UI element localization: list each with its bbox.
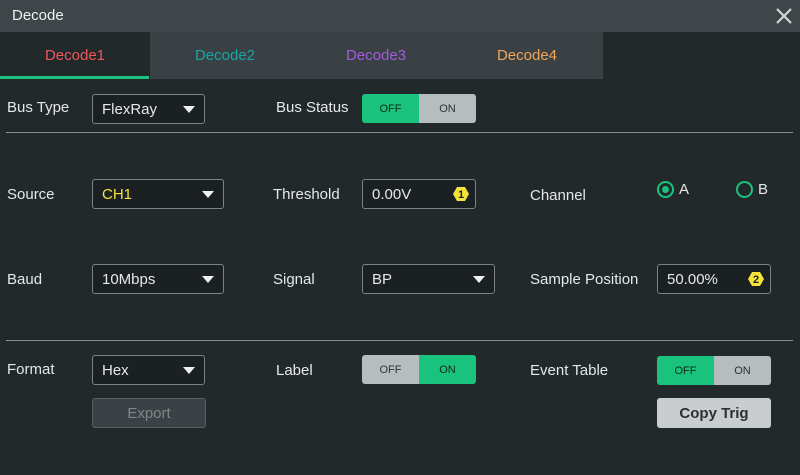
radio-label: A [679,181,690,198]
event-table-label: Event Table [530,362,609,379]
channel-radio-b[interactable]: B [736,181,768,198]
threshold-input[interactable]: 0.00V 1 [362,179,476,209]
bus-type-label: Bus Type [7,99,70,116]
tab-decode2[interactable]: Decode2 [150,32,300,79]
radio-checked-icon [657,181,674,198]
divider [6,340,793,341]
label-toggle-label: Label [276,362,313,379]
toggle-off-option: OFF [362,94,419,123]
format-value: Hex [102,361,129,379]
source-label: Source [7,186,55,203]
baud-value: 10Mbps [102,270,156,288]
tab-decode1[interactable]: Decode1 [0,32,150,79]
tab-label: Decode1 [44,47,106,64]
label-toggle[interactable]: OFF ON [362,355,476,384]
source-value: CH1 [102,185,133,203]
channel-radio-a[interactable]: A [657,181,689,198]
bus-type-select[interactable]: FlexRay [92,94,205,124]
tab-decode4[interactable]: Decode4 [452,32,602,79]
baud-select[interactable]: 10Mbps [92,264,224,294]
signal-label: Signal [273,271,315,288]
export-button[interactable]: Export [92,398,206,428]
knob-2-icon: 2 [748,272,764,286]
signal-select[interactable]: BP [362,264,495,294]
baud-label: Baud [7,271,43,288]
signal-value: BP [372,270,393,288]
decode-tabs: Decode1 Decode2 Decode3 Decode4 [0,32,603,79]
bus-type-value: FlexRay [102,100,158,118]
event-table-toggle[interactable]: OFF ON [657,356,771,385]
chevron-down-icon [183,367,195,374]
title-bar: Decode [0,0,800,32]
toggle-on-option: ON [714,356,771,385]
format-label: Format [7,361,55,378]
toggle-on-option: ON [419,355,476,384]
bus-status-toggle[interactable]: OFF ON [362,94,476,123]
knob-1-icon: 1 [453,187,469,201]
divider [6,132,793,133]
chevron-down-icon [473,276,485,283]
channel-label: Channel [530,187,586,204]
copy-trig-button[interactable]: Copy Trig [657,398,771,428]
tab-decode3[interactable]: Decode3 [301,32,451,79]
radio-label: B [758,181,769,198]
chevron-down-icon [183,106,195,113]
format-select[interactable]: Hex [92,355,205,385]
threshold-value: 0.00V [372,185,412,203]
source-select[interactable]: CH1 [92,179,224,209]
knob-badge-number: 1 [458,189,464,201]
toggle-on-option: ON [419,94,476,123]
threshold-label: Threshold [273,186,340,203]
sample-position-input[interactable]: 50.00% 2 [657,264,771,294]
close-icon[interactable] [772,4,796,28]
tab-label: Decode3 [345,47,407,64]
toggle-off-option: OFF [657,356,714,385]
knob-badge-number: 2 [753,274,759,286]
radio-unchecked-icon [736,181,753,198]
tab-label: Decode2 [194,47,256,64]
bus-status-label: Bus Status [276,99,349,116]
tab-active-indicator [0,76,149,79]
sample-position-label: Sample Position [530,271,639,288]
chevron-down-icon [202,191,214,198]
window-title: Decode [12,7,64,24]
toggle-off-option: OFF [362,355,419,384]
sample-position-value: 50.00% [667,270,718,288]
chevron-down-icon [202,276,214,283]
tab-label: Decode4 [496,47,558,64]
